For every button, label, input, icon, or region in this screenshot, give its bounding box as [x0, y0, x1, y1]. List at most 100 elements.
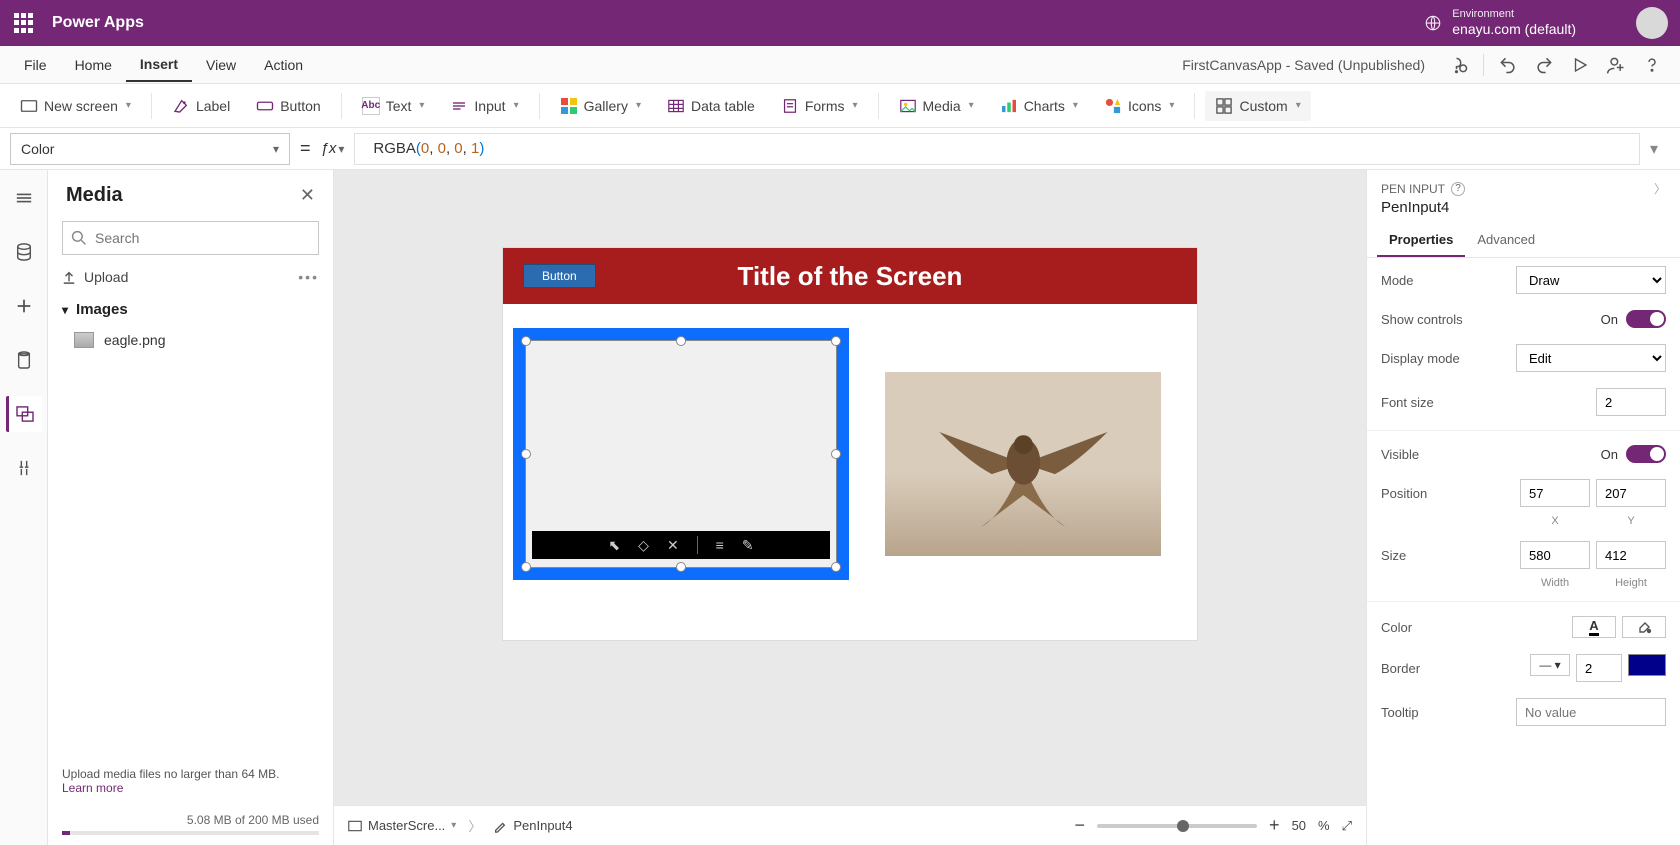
- resize-handle[interactable]: [676, 336, 686, 346]
- fit-screen-icon[interactable]: ⤢: [1342, 818, 1352, 834]
- environment-block[interactable]: Environment enayu.com (default): [1452, 8, 1576, 38]
- upload-button[interactable]: Upload: [62, 269, 128, 285]
- help-icon[interactable]: [1634, 47, 1670, 83]
- close-icon[interactable]: ✕: [300, 185, 315, 206]
- zoom-slider[interactable]: [1097, 824, 1257, 828]
- tools-icon[interactable]: [6, 450, 42, 486]
- input-button[interactable]: Input▾: [440, 91, 528, 121]
- insert-pane-icon[interactable]: [6, 288, 42, 324]
- menu-file[interactable]: File: [10, 49, 61, 81]
- resize-handle[interactable]: [521, 336, 531, 346]
- pen-input-control[interactable]: ⬉ ◇ ✕ ≡ ✎: [513, 328, 849, 580]
- text-button[interactable]: AbcText▾: [352, 91, 435, 121]
- canvas-button[interactable]: Button: [523, 264, 596, 288]
- button-button[interactable]: Button: [246, 91, 330, 121]
- font-size-input[interactable]: [1596, 388, 1666, 416]
- app-launcher-icon[interactable]: [12, 11, 36, 35]
- media-search[interactable]: [62, 221, 319, 255]
- size-w-sublabel: Width: [1520, 577, 1590, 589]
- display-mode-label: Display mode: [1381, 351, 1460, 366]
- pen-toolbar[interactable]: ⬉ ◇ ✕ ≡ ✎: [532, 531, 830, 559]
- size-width-input[interactable]: [1520, 541, 1590, 569]
- bg-color-picker[interactable]: [1622, 616, 1666, 638]
- label-btn-label: Label: [196, 98, 230, 114]
- resize-handle[interactable]: [676, 562, 686, 572]
- chevron-right-icon[interactable]: 〉: [1654, 180, 1666, 197]
- more-icon[interactable]: •••: [298, 269, 319, 285]
- charts-button[interactable]: Charts▾: [990, 91, 1088, 121]
- eagle-image[interactable]: [885, 372, 1161, 556]
- redo-icon[interactable]: [1526, 47, 1562, 83]
- info-icon[interactable]: ?: [1451, 182, 1465, 196]
- media-rail-icon[interactable]: [6, 396, 42, 432]
- custom-button[interactable]: Custom▾: [1205, 91, 1310, 121]
- position-x-input[interactable]: [1520, 479, 1590, 507]
- datatable-button[interactable]: Data table: [657, 91, 765, 121]
- display-mode-select[interactable]: Edit: [1516, 344, 1666, 372]
- user-avatar[interactable]: [1636, 7, 1668, 39]
- pen-select-icon[interactable]: ⬉: [608, 537, 620, 554]
- data-icon[interactable]: [6, 234, 42, 270]
- formula-input[interactable]: RGBA(0, 0, 0, 1): [354, 133, 1640, 165]
- show-controls-toggle[interactable]: [1626, 310, 1666, 328]
- property-dropdown[interactable]: Color ▾: [10, 133, 290, 165]
- database-icon[interactable]: [6, 342, 42, 378]
- menu-home[interactable]: Home: [61, 49, 126, 81]
- media-button[interactable]: Media▾: [889, 91, 984, 121]
- formula-expand-icon[interactable]: ▾: [1650, 139, 1670, 159]
- formula-bar: Color ▾ = ƒx▾ RGBA(0, 0, 0, 1) ▾: [0, 128, 1680, 170]
- pen-clear-icon[interactable]: ✕: [667, 537, 679, 554]
- pen-erase-icon[interactable]: ◇: [638, 537, 649, 554]
- pen-draw-icon[interactable]: ✎: [742, 537, 754, 554]
- mode-label: Mode: [1381, 273, 1414, 288]
- menu-insert[interactable]: Insert: [126, 48, 192, 82]
- media-file-item[interactable]: eagle.png: [48, 326, 333, 354]
- icons-icon: [1104, 97, 1122, 115]
- label-icon: [172, 97, 190, 115]
- border-style-select[interactable]: — ▾: [1530, 654, 1570, 676]
- main-area: Media ✕ Upload ••• ▾ Images eagle.png Up…: [0, 170, 1680, 845]
- images-section-header[interactable]: ▾ Images: [48, 293, 333, 326]
- size-height-input[interactable]: [1596, 541, 1666, 569]
- menu-action[interactable]: Action: [250, 49, 317, 81]
- menu-view[interactable]: View: [192, 49, 250, 81]
- forms-button[interactable]: Forms▾: [771, 91, 868, 121]
- breadcrumb-screen-label: MasterScre...: [368, 818, 445, 833]
- fx-label[interactable]: ƒx▾: [321, 140, 345, 157]
- resize-handle[interactable]: [521, 449, 531, 459]
- resize-handle[interactable]: [831, 336, 841, 346]
- app-canvas[interactable]: Button Title of the Screen ⬉ ◇ ✕ ≡ ✎: [503, 248, 1197, 640]
- tab-advanced[interactable]: Advanced: [1465, 224, 1547, 257]
- breadcrumb-control[interactable]: PenInput4: [493, 818, 572, 833]
- zoom-in-icon[interactable]: +: [1269, 815, 1280, 836]
- border-color-picker[interactable]: [1628, 654, 1666, 676]
- play-icon[interactable]: [1562, 47, 1598, 83]
- share-icon[interactable]: [1598, 47, 1634, 83]
- undo-icon[interactable]: [1490, 47, 1526, 83]
- gallery-button[interactable]: Gallery▾: [550, 91, 651, 121]
- mode-select[interactable]: Draw: [1516, 266, 1666, 294]
- resize-handle[interactable]: [831, 449, 841, 459]
- border-width-input[interactable]: [1576, 654, 1622, 682]
- visible-toggle[interactable]: [1626, 445, 1666, 463]
- app-checker-icon[interactable]: [1441, 47, 1477, 83]
- label-button[interactable]: Label: [162, 91, 240, 121]
- position-y-input[interactable]: [1596, 479, 1666, 507]
- media-search-input[interactable]: [95, 230, 310, 246]
- tooltip-input[interactable]: [1516, 698, 1666, 726]
- resize-handle[interactable]: [831, 562, 841, 572]
- forms-icon: [781, 97, 799, 115]
- control-name[interactable]: PenInput4: [1367, 199, 1680, 224]
- tab-properties[interactable]: Properties: [1377, 224, 1465, 257]
- tree-view-icon[interactable]: [6, 180, 42, 216]
- font-color-picker[interactable]: A: [1572, 616, 1616, 638]
- breadcrumb-screen[interactable]: MasterScre... ▾: [348, 818, 456, 833]
- pen-lines-icon[interactable]: ≡: [716, 537, 724, 553]
- chevron-down-icon: ▾: [273, 142, 279, 156]
- file-name: eagle.png: [104, 332, 166, 348]
- learn-more-link[interactable]: Learn more: [62, 781, 123, 795]
- new-screen-button[interactable]: New screen▾: [10, 91, 141, 121]
- resize-handle[interactable]: [521, 562, 531, 572]
- icons-button[interactable]: Icons▾: [1094, 91, 1185, 121]
- zoom-out-icon[interactable]: −: [1075, 815, 1086, 836]
